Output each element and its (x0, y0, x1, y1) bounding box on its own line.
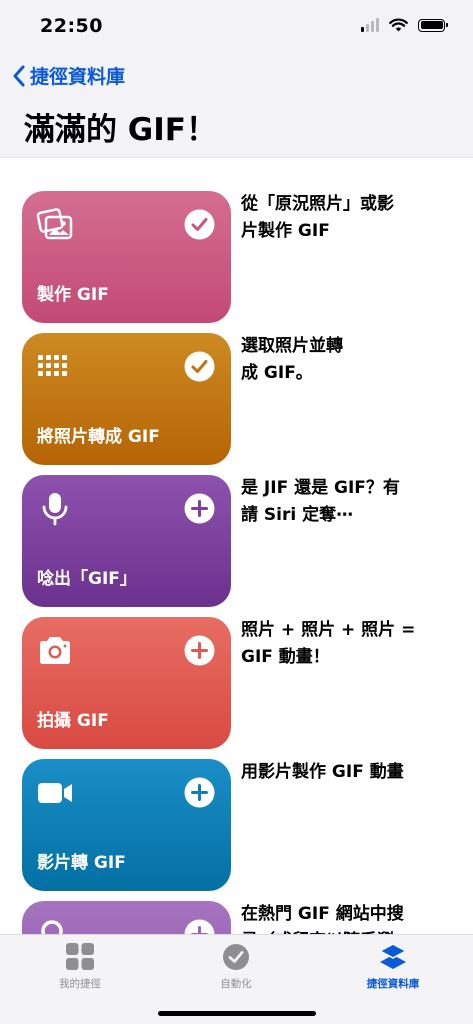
shortcut-description: 照片 + 照片 + 照片 = GIF 動畫！ (241, 620, 416, 667)
add-plus-icon[interactable] (184, 777, 215, 808)
microphone-icon (42, 493, 68, 526)
back-button[interactable]: 捷徑資料庫 (12, 62, 125, 89)
shortcut-card[interactable]: 將照片轉成 GIF (22, 333, 231, 465)
shortcut-title: 製作 GIF (37, 285, 109, 305)
wifi-icon (389, 18, 408, 32)
tab-label: 捷徑資料庫 (366, 978, 420, 990)
shortcut-title: 唸出「GIF」 (37, 569, 137, 589)
shortcut-card[interactable]: 拍攝 GIF (22, 617, 231, 749)
shortcut-list[interactable]: 製作 GIF 從「原況照片」或影 片製作 GIF 將照片轉成 GIF 選取照片並… (0, 158, 473, 934)
navigation-bar: 捷徑資料庫 滿滿的 GIF！ (0, 54, 473, 158)
tab-gallery[interactable]: 捷徑資料庫 (328, 943, 458, 991)
shortcut-row: 唸出「GIF」 是 JIF 還是 GIF？有 請 Siri 定奪⋯ (0, 475, 473, 617)
page-title: 滿滿的 GIF！ (24, 112, 217, 148)
grid-dots-icon (38, 355, 67, 376)
shortcut-description: 選取照片並轉 成 GIF。 (241, 336, 343, 383)
clock-check-icon (223, 944, 249, 970)
back-label: 捷徑資料庫 (30, 66, 126, 88)
add-plus-icon[interactable] (184, 493, 215, 524)
home-indicator (157, 1011, 316, 1016)
shortcut-row: 製作 GIF 從「原況照片」或影 片製作 GIF (0, 191, 473, 333)
shortcut-description: 從「原況照片」或影 片製作 GIF (241, 194, 394, 241)
shortcut-title: 將照片轉成 GIF (37, 427, 160, 447)
shortcut-title: 影片轉 GIF (37, 853, 126, 873)
shortcut-row: 在熱門 GIF 網站中搜 尋（或留空以隨手瀏 (0, 901, 473, 934)
search-icon (41, 920, 63, 934)
tab-automation[interactable]: 自動化 (171, 943, 301, 991)
tab-bar: 我的捷徑 自動化 捷徑資料庫 (0, 934, 473, 1024)
grid-squares-icon (66, 943, 94, 970)
status-time: 22:50 (40, 15, 103, 37)
status-bar: 22:50 (0, 0, 473, 54)
shortcut-description: 是 JIF 還是 GIF？有 請 Siri 定奪⋯ (241, 478, 400, 525)
status-icons (361, 18, 448, 32)
shortcut-description: 在熱門 GIF 網站中搜 尋（或留空以隨手瀏 (241, 904, 404, 934)
chevron-left-icon (13, 65, 25, 86)
battery-icon (418, 18, 448, 32)
shortcut-card[interactable]: 影片轉 GIF (22, 759, 231, 891)
shortcut-description: 用影片製作 GIF 動畫 (241, 762, 404, 782)
layers-icon (378, 943, 408, 969)
shortcut-row: 將照片轉成 GIF 選取照片並轉 成 GIF。 (0, 333, 473, 475)
tab-label: 自動化 (220, 978, 252, 990)
add-plus-icon[interactable] (184, 635, 215, 666)
video-camera-icon (38, 783, 72, 803)
shortcut-card[interactable]: 唸出「GIF」 (22, 475, 231, 607)
added-checkmark-icon[interactable] (184, 351, 215, 382)
shortcut-row: 影片轉 GIF 用影片製作 GIF 動畫 (0, 759, 473, 901)
add-plus-icon[interactable] (184, 919, 215, 934)
cellular-signal-icon (361, 18, 379, 32)
shortcut-row: 拍攝 GIF 照片 + 照片 + 照片 = GIF 動畫！ (0, 617, 473, 759)
photos-icon (36, 208, 73, 240)
tab-label: 我的捷徑 (59, 978, 101, 990)
shortcut-card[interactable] (22, 901, 231, 934)
tab-my-shortcuts[interactable]: 我的捷徑 (15, 943, 145, 991)
shortcut-title: 拍攝 GIF (37, 711, 109, 731)
added-checkmark-icon[interactable] (184, 209, 215, 240)
shortcut-card[interactable]: 製作 GIF (22, 191, 231, 323)
camera-icon (40, 637, 70, 664)
